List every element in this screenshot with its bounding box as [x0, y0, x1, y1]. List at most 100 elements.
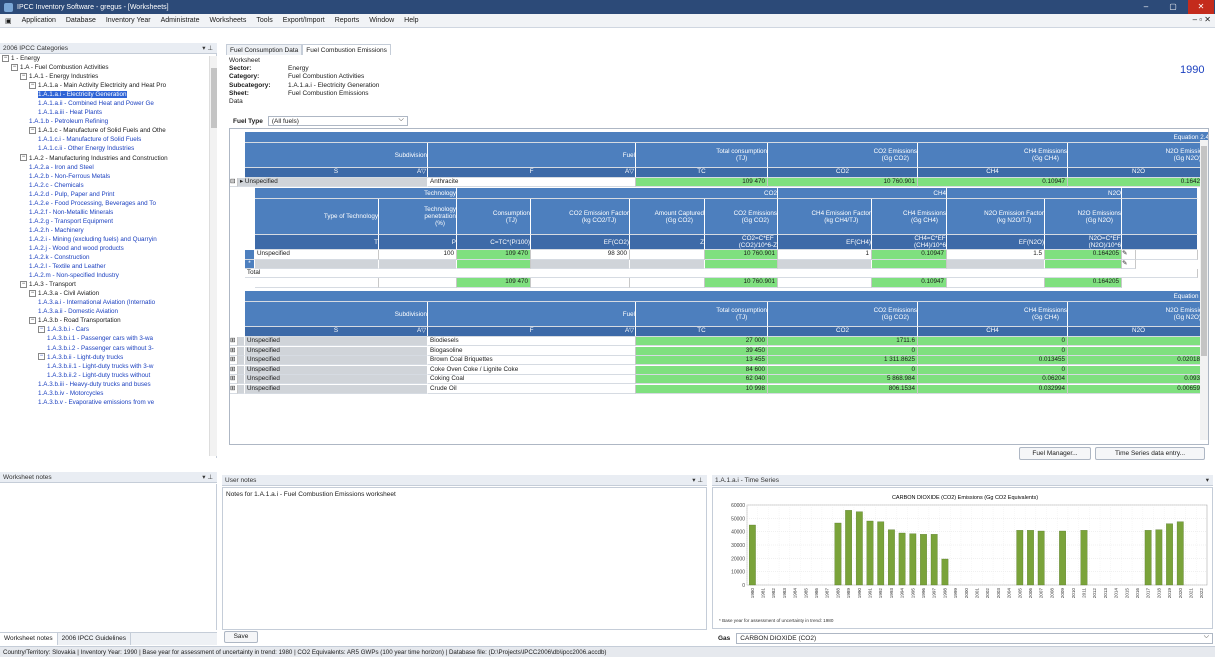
maximize-button[interactable]: ▢	[1160, 0, 1186, 14]
row-subdivision[interactable]: Unspecified	[245, 346, 428, 356]
tree-node[interactable]: −1.A.2 - Manufacturing Industries and Co…	[0, 154, 216, 163]
tree-node[interactable]: −1.A - Fuel Combustion Activities	[0, 63, 216, 72]
row-fuel[interactable]: Coke Oven Coke / Lignite Coke	[428, 365, 636, 375]
tree-node[interactable]: −1.A.3.b.ii - Light-duty trucks	[0, 353, 216, 362]
sub-row-cell[interactable]: 1.5	[947, 250, 1045, 260]
bottom-col-subdivision[interactable]: Subdivision	[245, 302, 428, 327]
tree-node[interactable]: 1.A.2.b - Non-Ferrous Metals	[0, 172, 216, 181]
bottom-col-ch4[interactable]: CH4 Emissions (Gg CH4)	[918, 302, 1068, 327]
sub-col-header[interactable]: CH4 Emissions (Gg CH4)	[872, 199, 947, 235]
pin-icon[interactable]: ▾ ⊥	[692, 475, 703, 486]
expand-toggle-icon[interactable]: −	[29, 81, 36, 89]
top-col-ch4[interactable]: CH4 Emissions (Gg CH4)	[918, 143, 1068, 168]
close-button[interactable]: ✕	[1188, 0, 1214, 14]
sub-row-cell[interactable]: 0.10947	[872, 250, 947, 260]
tree-node[interactable]: 1.A.1.a.iii - Heat Plants	[0, 108, 216, 117]
new-row-cell[interactable]	[457, 260, 531, 269]
tree-node[interactable]: 1.A.1.c.ii - Other Energy Industries	[0, 144, 216, 153]
tree-node[interactable]: 1.A.3.b.ii.1 - Light-duty trucks with 3-…	[0, 362, 216, 371]
tree-scrollbar[interactable]	[209, 56, 217, 456]
row-subdivision[interactable]: Unspecified	[245, 337, 428, 346]
expand-row-icon[interactable]: ⊞	[230, 384, 238, 394]
tree-node[interactable]: −1.A.3.b.i - Cars	[0, 325, 216, 334]
sub-col-header[interactable]: Consumption (TJ)	[457, 199, 531, 235]
row-total-consumption[interactable]: 10 998	[636, 384, 768, 394]
tree-node[interactable]: −1.A.3.b - Road Transportation	[0, 316, 216, 325]
menu-item-inventory-year[interactable]: Inventory Year	[101, 17, 156, 24]
expand-row-icon[interactable]: ⊞	[230, 365, 238, 375]
top-sort-subdivision-icon[interactable]: A▽	[400, 168, 428, 178]
tree-node[interactable]: 1.A.2.m - Non-specified Industry	[0, 271, 216, 280]
row-fuel[interactable]: Brown Coal Briquettes	[428, 356, 636, 365]
bottom-sort-subdivision-icon[interactable]: A▽	[400, 327, 428, 337]
sub-row-cell[interactable]	[630, 250, 705, 260]
tree-node[interactable]: −1.A.3 - Transport	[0, 280, 216, 289]
tab-fuel-consumption-data[interactable]: Fuel Consumption Data	[226, 44, 303, 55]
menu-item-window[interactable]: Window	[364, 17, 399, 24]
tree-node[interactable]: 1.A.3.b.ii.2 - Light-duty trucks without	[0, 371, 216, 380]
menu-item-tools[interactable]: Tools	[251, 17, 277, 24]
pin-icon[interactable]: ▾ ⊥	[202, 43, 213, 54]
tree-node[interactable]: −1 - Energy	[0, 54, 216, 63]
row-selector[interactable]	[238, 365, 245, 375]
edit-row-icon[interactable]: ✎	[1122, 250, 1136, 260]
expand-row-icon[interactable]: ⊟	[230, 178, 238, 187]
row-subdivision[interactable]: Unspecified	[245, 375, 428, 384]
row-selector[interactable]	[238, 337, 245, 346]
fuel-manager-button[interactable]: Fuel Manager...	[1019, 447, 1091, 460]
gas-select[interactable]: CARBON DIOXIDE (CO2)	[736, 632, 1213, 644]
tab-2006-ipcc-guidelines[interactable]: 2006 IPCC Guidelines	[58, 633, 131, 645]
expand-toggle-icon[interactable]: −	[29, 290, 36, 298]
fuel-type-select[interactable]: (All fuels)	[267, 115, 408, 126]
tree-node[interactable]: 1.A.1.b - Petroleum Refining	[0, 117, 216, 126]
expand-toggle-icon[interactable]: −	[20, 154, 27, 162]
tree-node[interactable]: 1.A.2.c - Chemicals	[0, 181, 216, 190]
row-total-consumption[interactable]: 109 470	[636, 178, 768, 187]
tree-node[interactable]: 1.A.2.d - Pulp, Paper and Print	[0, 190, 216, 199]
sub-col-header[interactable]: CH4 Emission Factor (kg CH4/TJ)	[778, 199, 872, 235]
row-subdivision[interactable]: ▸ Unspecified	[238, 178, 428, 187]
bottom-col-n2o[interactable]: N2O Emissions (Gg N2O)	[1068, 302, 1208, 327]
edit-row-icon[interactable]: ✎	[1122, 260, 1136, 269]
row-total-consumption[interactable]: 13 455	[636, 356, 768, 365]
tree-node[interactable]: 1.A.3.b.v - Evaporative emissions from v…	[0, 398, 216, 407]
tree-node[interactable]: 1.A.2.l - Textile and Leather	[0, 262, 216, 271]
sub-col-header[interactable]: CO2 Emissions (Gg CO2)	[705, 199, 778, 235]
sub-col-header[interactable]: Technology penetration (%)	[379, 199, 457, 235]
menu-item-database[interactable]: Database	[61, 17, 101, 24]
menu-item-application[interactable]: Application	[17, 17, 61, 24]
row-selector[interactable]	[238, 356, 245, 365]
row-subdivision[interactable]: Unspecified	[245, 384, 428, 394]
save-button[interactable]: Save	[224, 631, 258, 643]
row-fuel[interactable]: Crude Oil	[428, 384, 636, 394]
expand-toggle-icon[interactable]: −	[38, 326, 45, 334]
sub-row-cell[interactable]: Unspecified	[255, 250, 379, 260]
sub-row-cell[interactable]: 109 470	[457, 250, 531, 260]
expand-toggle-icon[interactable]: −	[38, 353, 45, 361]
tree-node[interactable]: 1.A.3.a.ii - Domestic Aviation	[0, 307, 216, 316]
tree-node[interactable]: −1.A.1 - Energy Industries	[0, 72, 216, 81]
time-series-entry-button[interactable]: Time Series data entry...	[1095, 447, 1205, 460]
menu-item-administrate[interactable]: Administrate	[156, 17, 205, 24]
tree-node[interactable]: 1.A.3.a.i - International Aviation (Inte…	[0, 298, 216, 307]
new-row-cell[interactable]	[630, 260, 705, 269]
row-selector[interactable]	[238, 346, 245, 356]
pin-icon[interactable]: ▾	[1206, 475, 1209, 486]
mdi-window-controls[interactable]: – ▫ ✕	[1193, 15, 1211, 24]
tree-node[interactable]: 1.A.3.b.iii - Heavy-duty trucks and buse…	[0, 380, 216, 389]
tree-node[interactable]: 1.A.2.a - Iron and Steel	[0, 163, 216, 172]
expand-row-icon[interactable]: ⊞	[230, 375, 238, 384]
new-row-cell[interactable]	[705, 260, 778, 269]
tree-node[interactable]: 1.A.3.b.i.1 - Passenger cars with 3-wa	[0, 334, 216, 343]
tree-node[interactable]: 1.A.2.h - Machinery	[0, 226, 216, 235]
sub-row-cell[interactable]: 10 760.901	[705, 250, 778, 260]
row-fuel[interactable]: Coking Coal	[428, 375, 636, 384]
tree-node[interactable]: 1.A.3.b.i.2 - Passenger cars without 3-	[0, 344, 216, 353]
grid-scrollbar[interactable]	[1200, 140, 1208, 440]
new-row-cell[interactable]	[778, 260, 872, 269]
row-fuel[interactable]: Biogasoline	[428, 346, 636, 356]
tree-node[interactable]: −1.A.3.a - Civil Aviation	[0, 289, 216, 298]
expand-row-icon[interactable]: ⊞	[230, 337, 238, 346]
sub-col-header[interactable]: Type of Technology	[255, 199, 379, 235]
row-fuel[interactable]: Anthracite	[428, 178, 636, 187]
